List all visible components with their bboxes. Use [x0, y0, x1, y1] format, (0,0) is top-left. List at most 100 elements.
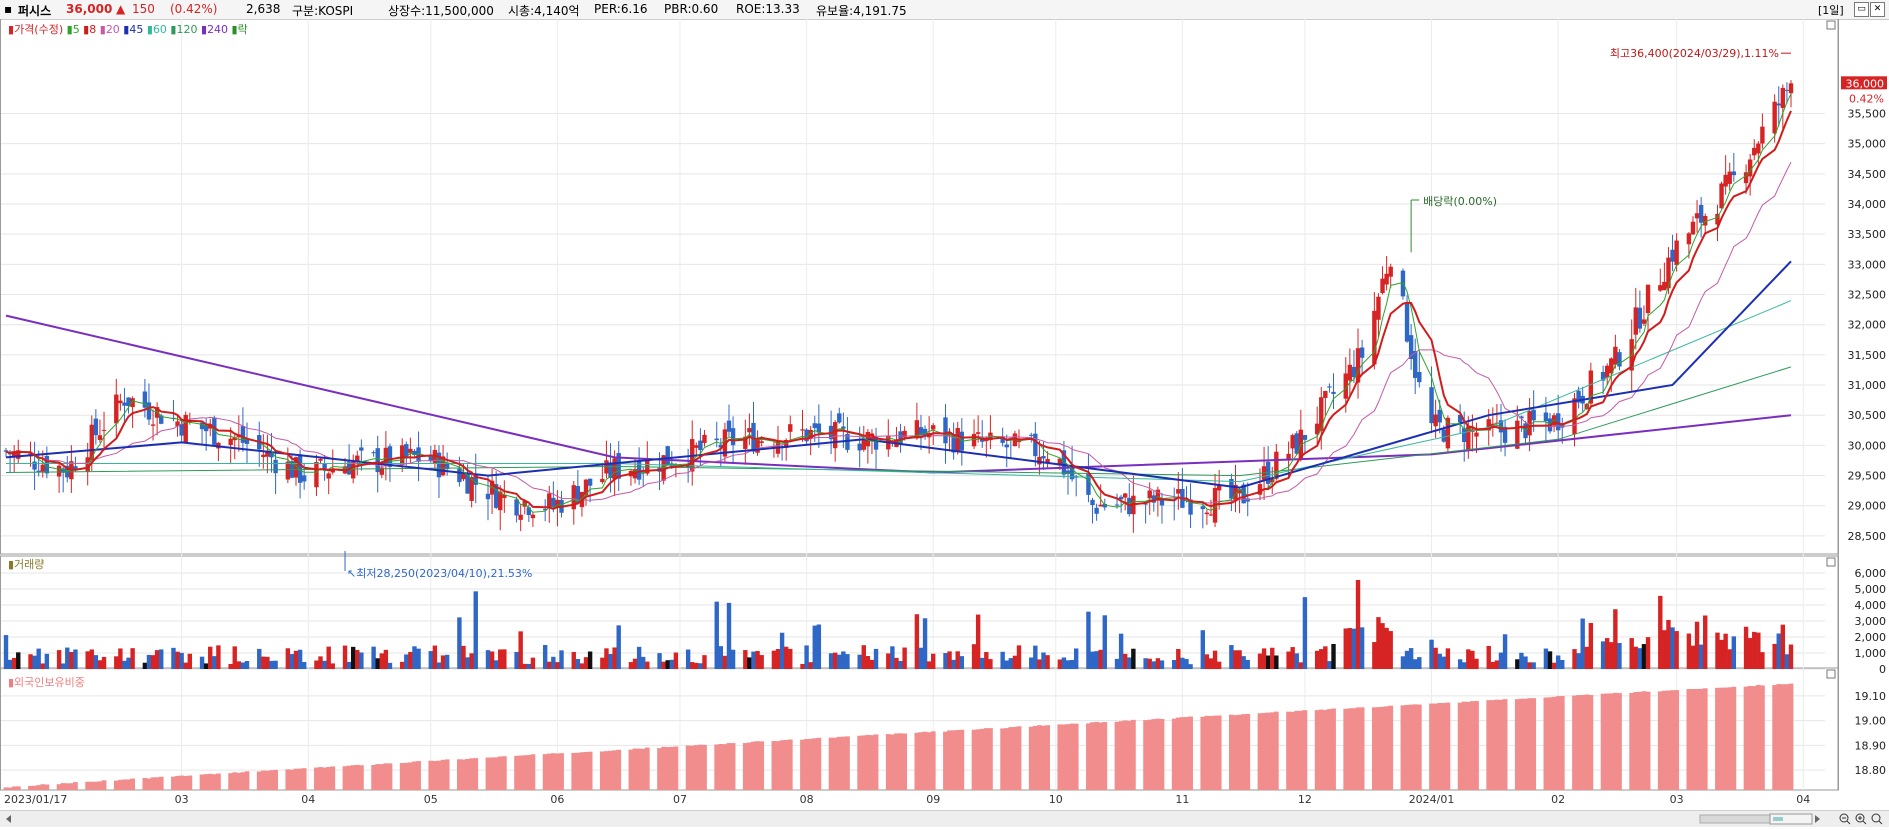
scroll-left-icon[interactable]	[6, 815, 11, 823]
volume-bar	[412, 646, 417, 669]
foreign-bar	[1016, 726, 1022, 790]
candle-body	[408, 448, 413, 453]
scroll-right-icon[interactable]	[1815, 815, 1820, 823]
foreign-bar	[1294, 710, 1300, 790]
foreign-bar	[665, 747, 671, 790]
foreign-bar	[1429, 703, 1434, 790]
close-icon[interactable]: ✕	[1870, 2, 1885, 17]
foreign-bar	[1086, 723, 1091, 790]
foreign-bar	[154, 777, 160, 790]
foreign-bar	[1661, 690, 1667, 790]
foreign-bar	[845, 736, 850, 790]
volume-tick-label: 2,000	[1855, 631, 1887, 644]
foreign-bar	[407, 762, 413, 790]
period-selector[interactable]: [1일]	[1818, 2, 1844, 18]
volume-bar	[265, 656, 270, 669]
foreign-bar	[926, 732, 932, 790]
volume-bar	[1609, 642, 1614, 669]
candle-body	[551, 497, 556, 507]
volume-bar	[526, 663, 532, 669]
ma-legend-marker: ▮	[120, 23, 130, 36]
volume-bar	[297, 649, 303, 669]
foreign-bar	[583, 752, 589, 790]
zoom-reset-icon[interactable]	[1871, 813, 1883, 825]
volume-bar	[800, 663, 805, 669]
volume-bar	[1204, 654, 1210, 669]
volume-bar	[1233, 650, 1238, 669]
foreign-bar	[988, 728, 993, 790]
volume-bar	[1286, 651, 1291, 669]
zoom-out-icon[interactable]	[1839, 813, 1851, 825]
volume-bar	[1584, 646, 1589, 669]
month-label: 09	[926, 793, 940, 806]
candle-body	[457, 468, 462, 483]
candle-body	[1359, 347, 1365, 358]
foreign-bar	[199, 774, 205, 790]
month-label: 03	[1670, 793, 1684, 806]
volume-bar	[783, 646, 789, 669]
candle-body	[400, 445, 405, 465]
volume-bar	[947, 651, 952, 669]
foreign-bar	[714, 744, 720, 790]
candle-body	[518, 514, 523, 520]
foreign-bar	[1004, 728, 1010, 790]
volume-bar	[1519, 652, 1524, 669]
candle-body	[301, 475, 307, 482]
price-legend: ▮가격(수정) ▮5 ▮8 ▮20 ▮45 ▮60 ▮120 ▮240 ▮락	[8, 23, 248, 36]
volume-bar	[126, 657, 131, 669]
foreign-bar	[1715, 687, 1720, 790]
zoom-slider-thumb[interactable]	[1773, 817, 1783, 821]
foreign-bar	[575, 752, 581, 790]
ex-legend-marker: ▮	[228, 23, 238, 36]
foreign-bar	[346, 765, 352, 790]
candle-body	[1176, 489, 1181, 494]
foreign-bar	[1588, 694, 1594, 790]
volume-bar	[1319, 649, 1324, 669]
volume-bar	[1555, 655, 1561, 669]
volume-bar	[1004, 660, 1009, 669]
price-tick-label: 34,500	[1848, 168, 1887, 181]
foreign-bar	[755, 741, 760, 790]
volume-bar	[208, 646, 213, 669]
volume-bar	[873, 648, 879, 669]
foreign-bar	[730, 743, 736, 790]
scroll-thumb[interactable]	[1699, 814, 1771, 824]
zoom-in-icon[interactable]	[1855, 813, 1867, 825]
up-arrow-icon: ▲	[116, 2, 126, 16]
volume-bar	[1188, 664, 1193, 669]
chart-scrollbar[interactable]	[0, 810, 1889, 827]
volume-bar	[359, 652, 364, 669]
volume-bar	[1670, 627, 1675, 669]
volume-bar	[698, 663, 703, 669]
ma-legend-label-5: 5	[73, 23, 80, 36]
volume-bar	[1686, 633, 1692, 669]
volume-bar	[861, 645, 866, 669]
volume-bar	[485, 650, 491, 669]
foreign-bar	[383, 763, 389, 790]
volume-bar	[428, 651, 434, 669]
volume-bar	[828, 653, 834, 669]
foreign-bar	[1130, 719, 1136, 790]
foreign-bar	[28, 785, 33, 790]
volume-bar	[779, 632, 785, 669]
foreign-bar	[126, 779, 131, 790]
ma-legend-label-60: 60	[153, 23, 167, 36]
volume-bar	[1527, 662, 1532, 669]
candle-body	[587, 478, 593, 486]
foreign-bar	[1298, 710, 1304, 790]
stock-name[interactable]: 퍼시스	[18, 2, 51, 19]
month-label: 07	[673, 793, 687, 806]
volume-bar	[1229, 645, 1234, 669]
minimize-icon[interactable]: ▭	[1854, 2, 1869, 17]
stock-chart[interactable]: 2023/01/17 03 04 05 06 07 08 09 10 11 12 2024/01 02 0…	[0, 19, 1889, 810]
volume-bar	[959, 656, 965, 669]
candle-body	[1122, 493, 1128, 498]
volume-bar	[1314, 650, 1320, 669]
candle-body	[1474, 432, 1479, 437]
volume-bar	[1127, 657, 1132, 669]
volume-bar	[1784, 654, 1790, 669]
volume-bar	[788, 648, 793, 669]
volume-bar	[228, 663, 233, 669]
foreign-bar	[783, 739, 789, 790]
volume-bar	[1200, 630, 1206, 669]
